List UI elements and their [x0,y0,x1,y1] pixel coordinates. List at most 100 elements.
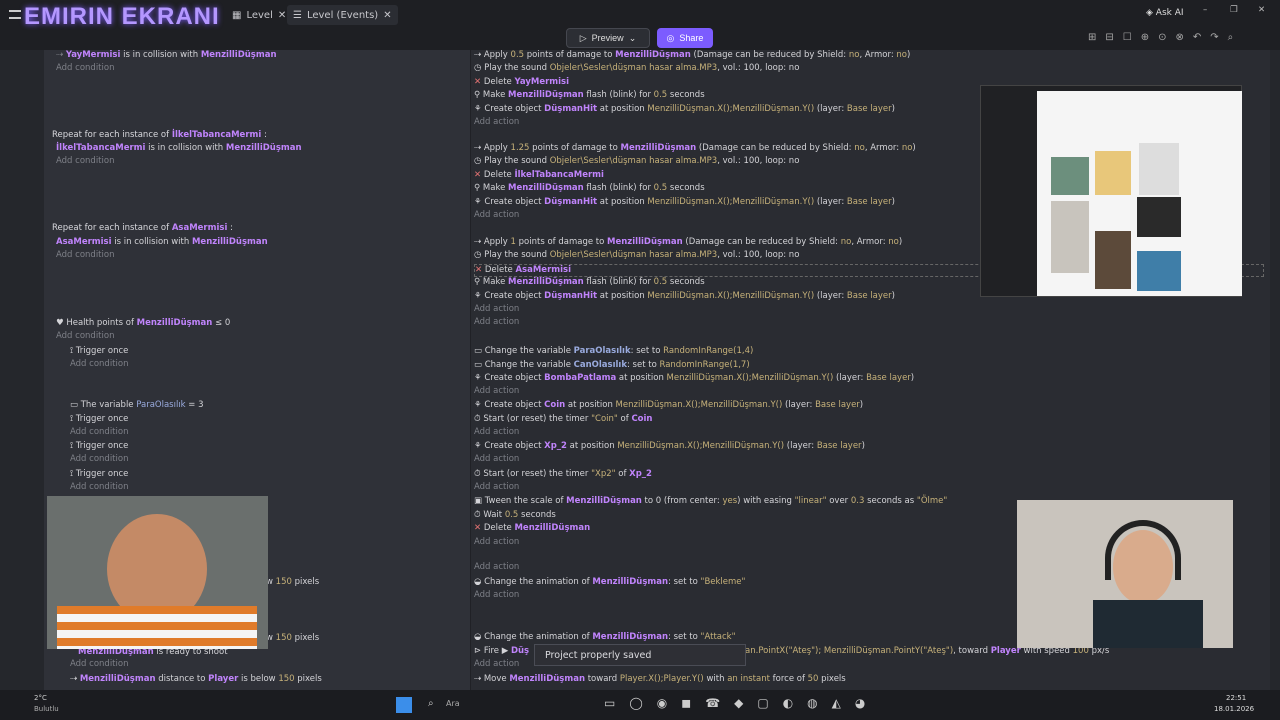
image-result-6 [1137,197,1181,237]
minimize-icon[interactable]: – [1203,5,1207,15]
taskbar-app-icons[interactable]: ▭◯◉◼☎◆▢◐◍◭◕ [604,696,879,710]
preview-label: Preview [591,33,624,43]
add-action[interactable]: Add action [474,386,519,397]
ask-ai-button[interactable]: ◈ Ask AI [1146,8,1184,18]
condition-collision[interactable]: AsaMermisi is in collision with Menzilli… [56,237,268,248]
event-toolbar-icons[interactable]: ⊞⊟☐⊕⊙⊗↶↷⌕ [1088,32,1242,43]
add-action[interactable]: Add action [474,210,519,221]
action-play-sound[interactable]: ◷ Play the sound Objeler\Sesler\düşman h… [474,250,799,261]
chevron-down-icon[interactable]: ⌄ [629,33,637,44]
clock-time: 22:51 [1226,694,1247,702]
add-action[interactable]: Add action [474,537,519,548]
add-action[interactable]: Add action [474,317,519,328]
image-result-1 [1051,157,1089,195]
action-wait[interactable]: ⏱ Wait 0.5 seconds [474,510,556,521]
add-condition[interactable]: Add condition [70,359,128,370]
search-icon[interactable]: ⌕ [428,698,434,709]
clothes [1093,600,1203,648]
action-change-variable[interactable]: ▭ Change the variable CanOlasılık: set t… [474,360,750,371]
condition-collision[interactable]: İlkelTabancaMermi is in collision with M… [56,143,302,154]
add-condition[interactable]: Add condition [70,427,128,438]
browser-capture-overlay [980,85,1242,297]
add-action[interactable]: Add action [474,117,519,128]
condition-variable[interactable]: ▭ The variable ParaOlasılık = 3 [70,400,204,411]
weather-condition: Bulutlu [34,705,59,713]
preview-button[interactable]: ▷ Preview ⌄ [566,28,650,48]
globe-icon: ◎ [666,32,675,43]
close-icon[interactable]: ✕ [278,10,286,21]
add-condition[interactable]: Add condition [56,156,114,167]
action-play-sound[interactable]: ◷ Play the sound Objeler\Sesler\düşman h… [474,63,799,74]
action-create-object[interactable]: ⚘ Create object Xp_2 at position Menzill… [474,441,865,452]
action-play-sound[interactable]: ◷ Play the sound Objeler\Sesler\düşman h… [474,156,799,167]
shirt [57,606,257,649]
image-result-7 [1137,251,1181,291]
maximize-icon[interactable]: ❐ [1230,5,1238,15]
image-result-5 [1095,231,1131,289]
condition-trigger-once[interactable]: ⟟ Trigger once [70,441,128,452]
add-action[interactable]: Add action [474,482,519,493]
close-window-icon[interactable]: ✕ [1258,5,1265,15]
toolbar: ▷ Preview ⌄ ◎ Share ⊞⊟☐⊕⊙⊗↶↷⌕ [0,28,1280,50]
add-action[interactable]: Add action [474,659,519,670]
scene-icon: ▦ [232,9,242,21]
add-condition[interactable]: Add condition [70,659,128,670]
image-result-2 [1095,151,1131,195]
action-timer[interactable]: ⏱ Start (or reset) the timer "Xp2" of Xp… [474,469,652,480]
add-condition[interactable]: Add condition [56,63,114,74]
start-icon[interactable] [396,697,412,713]
action-apply-damage[interactable]: ⇢ Apply 1.25 points of damage to Menzill… [474,143,916,154]
action-change-variable[interactable]: ▭ Change the variable ParaOlasılık: set … [474,346,753,357]
share-label: Share [679,33,704,43]
tab-level-events[interactable]: ☰ Level (Events) ✕ [287,5,398,25]
action-create-object[interactable]: ⚘ Create object BombaPatlama at position… [474,373,914,384]
search-input[interactable]: Ara [446,699,460,708]
add-condition[interactable]: Add condition [56,250,114,261]
action-flash[interactable]: ⚲ Make MenzilliDüşman flash (blink) for … [474,277,705,288]
action-timer[interactable]: ⏱ Start (or reset) the timer "Coin" of C… [474,414,652,425]
action-create-object[interactable]: ⚘ Create object DüşmanHit at position Me… [474,291,895,302]
headphones [1105,520,1181,580]
action-delete[interactable]: ✕ Delete MenzilliDüşman [474,523,590,534]
repeat-header[interactable]: Repeat for each instance of İlkelTabanca… [52,130,267,141]
action-create-object[interactable]: ⚘ Create object Coin at position Menzill… [474,400,863,411]
condition-distance[interactable]: w 150 pixels [266,633,319,644]
action-flash[interactable]: ⚲ Make MenzilliDüşman flash (blink) for … [474,183,705,194]
add-condition[interactable]: Add condition [70,454,128,465]
condition-trigger-once[interactable]: ⟟ Trigger once [70,346,128,357]
action-move[interactable]: ⇢ Move MenzilliDüşman toward Player.X();… [474,674,846,685]
condition-trigger-once[interactable]: ⟟ Trigger once [70,469,128,480]
share-button[interactable]: ◎ Share [657,28,713,48]
action-apply-damage[interactable]: ⇢ Apply 1 points of damage to MenzilliDü… [474,237,902,248]
add-condition[interactable]: Add condition [70,482,128,493]
action-change-animation[interactable]: ◒ Change the animation of MenzilliDüşman… [474,632,736,643]
action-delete[interactable]: ✕ Delete YayMermisi [474,77,569,88]
image-result-4 [1051,201,1089,273]
add-action[interactable]: Add action [474,454,519,465]
condition-health[interactable]: ♥ Health points of MenzilliDüşman ≤ 0 [56,318,230,329]
add-action[interactable]: Add action [474,562,519,573]
tab-level-label: Level [246,9,273,21]
condition-distance[interactable]: w 150 pixels [266,577,319,588]
condition-distance[interactable]: ⇢ MenzilliDüşman distance to Player is b… [70,674,322,685]
add-action[interactable]: Add action [474,304,519,315]
repeat-header[interactable]: Repeat for each instance of AsaMermisi : [52,223,233,234]
webcam-right [1017,500,1233,648]
action-apply-damage[interactable]: ⇢ Apply 0.5 points of damage to Menzilli… [474,50,910,61]
condition-trigger-once[interactable]: ⟟ Trigger once [70,414,128,425]
add-condition[interactable]: Add condition [56,331,114,342]
add-action[interactable]: Add action [474,590,519,601]
action-create-object[interactable]: ⚘ Create object DüşmanHit at position Me… [474,104,895,115]
tab-level[interactable]: ▦ Level ✕ [226,5,292,25]
action-change-animation[interactable]: ◒ Change the animation of MenzilliDüşman… [474,577,745,588]
action-tween[interactable]: ▣ Tween the scale of MenzilliDüşman to 0… [474,496,947,507]
divider [470,50,471,690]
action-delete[interactable]: ✕ Delete İlkelTabancaMermi [474,170,604,181]
action-flash[interactable]: ⚲ Make MenzilliDüşman flash (blink) for … [474,90,705,101]
action-create-object[interactable]: ⚘ Create object DüşmanHit at position Me… [474,197,895,208]
close-icon[interactable]: ✕ [383,10,391,21]
add-action[interactable]: Add action [474,427,519,438]
condition-collision[interactable]: ⇢ YayMermisi is in collision with Menzil… [56,50,277,61]
menu-icon[interactable] [9,10,21,19]
image-result-3 [1139,143,1179,195]
